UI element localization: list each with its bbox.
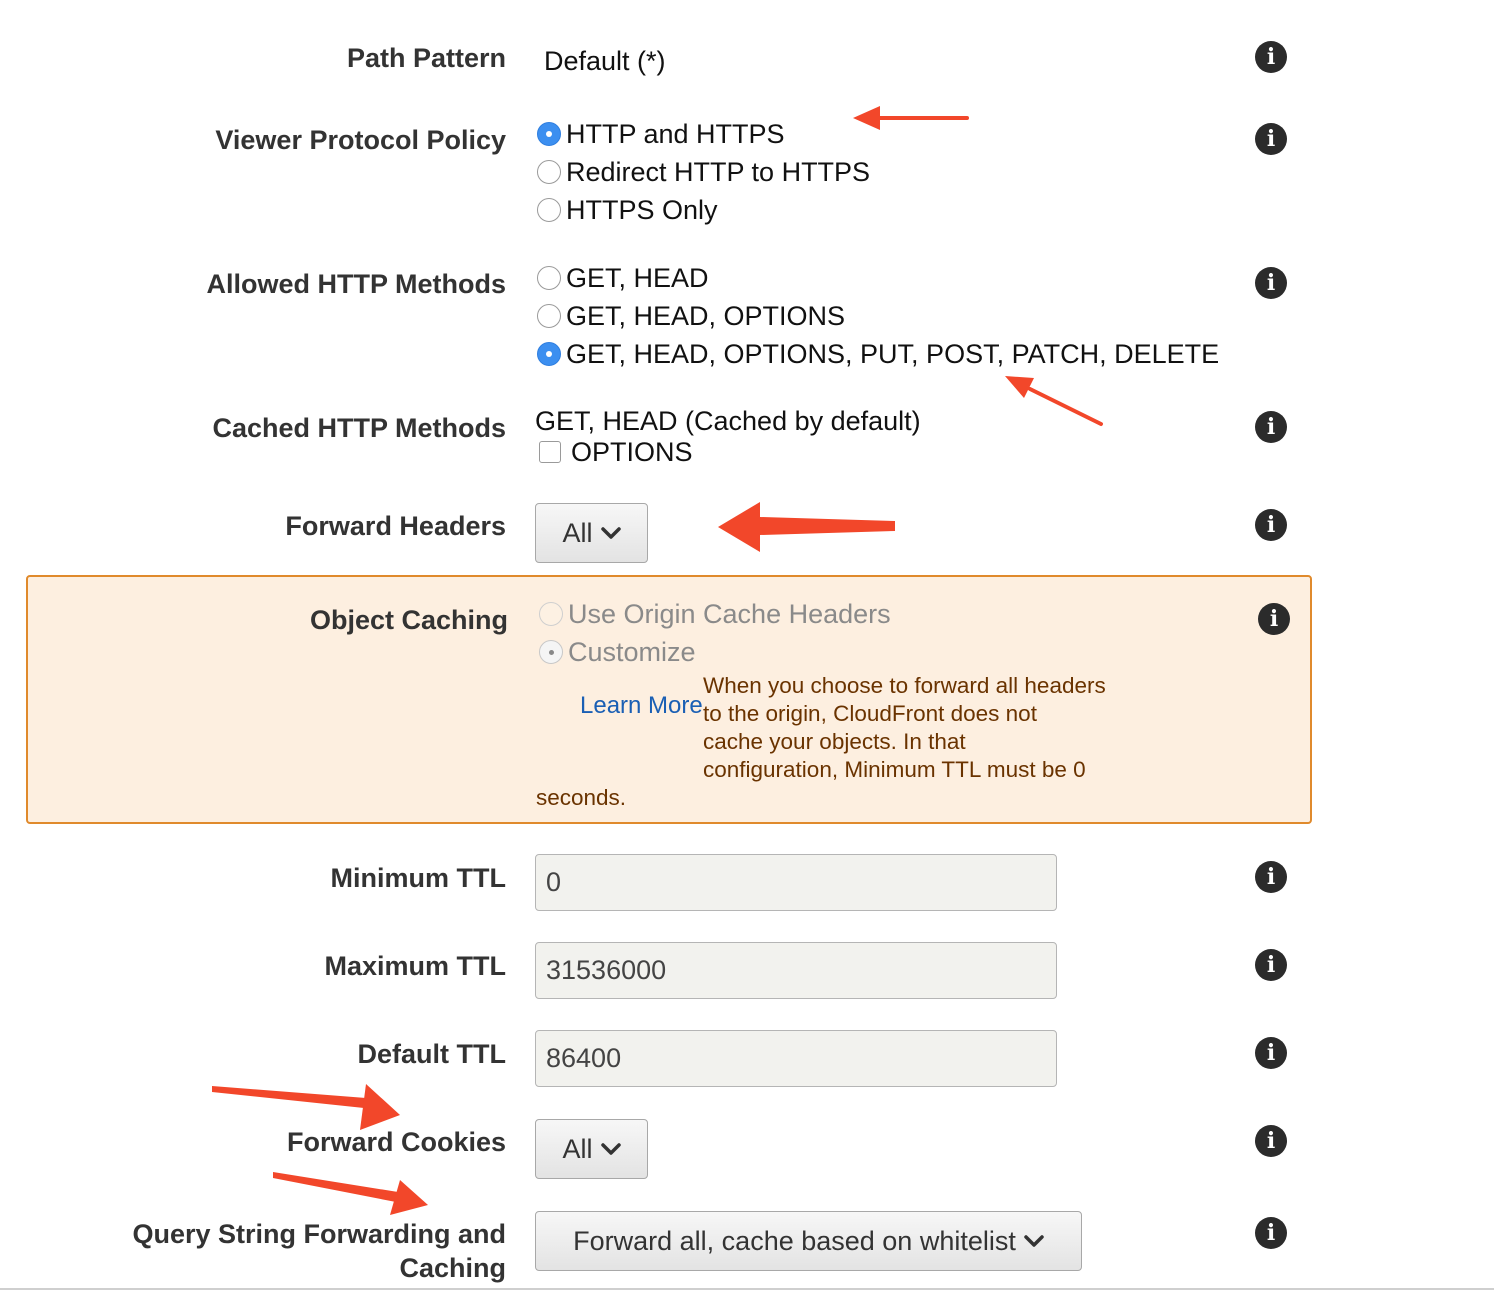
allowed-methods-option-get-head-options[interactable]: GET, HEAD, OPTIONS — [537, 301, 845, 331]
dropdown-value: All — [562, 517, 593, 548]
annotation-arrow-body — [760, 517, 895, 535]
query-string-label-line1: Query String Forwarding and — [132, 1219, 506, 1249]
option-label: Use Origin Cache Headers — [568, 598, 891, 629]
option-label: HTTPS Only — [566, 194, 718, 225]
radio-unselected[interactable] — [537, 198, 561, 222]
allowed-methods-option-all[interactable]: GET, HEAD, OPTIONS, PUT, POST, PATCH, DE… — [537, 339, 1219, 369]
query-string-label-line2: Caching — [399, 1253, 506, 1283]
option-label: GET, HEAD, OPTIONS, PUT, POST, PATCH, DE… — [566, 338, 1220, 369]
options-checkbox[interactable] — [539, 441, 561, 463]
learn-more-link[interactable]: Learn More — [580, 689, 703, 723]
annotation-arrow-body — [273, 1172, 398, 1202]
annotation-arrowhead — [390, 1180, 428, 1215]
query-string-dropdown[interactable]: Forward all, cache based on whitelist — [535, 1211, 1082, 1271]
viewer-protocol-option-http-https[interactable]: HTTP and HTTPS — [537, 119, 785, 149]
warning-line: cache your objects. In that — [703, 729, 966, 754]
forward-cookies-dropdown[interactable]: All — [535, 1119, 648, 1179]
radio-selected[interactable] — [537, 122, 561, 146]
info-icon[interactable]: i — [1255, 411, 1287, 443]
cached-http-methods-label: Cached HTTP Methods — [212, 413, 506, 443]
radio-unselected[interactable] — [537, 266, 561, 290]
option-label: Customize — [568, 636, 696, 667]
bottom-divider — [0, 1288, 1494, 1290]
object-caching-option-customize: Customize — [539, 637, 696, 667]
option-label: Redirect HTTP to HTTPS — [566, 156, 871, 187]
info-icon[interactable]: i — [1255, 123, 1287, 155]
forward-headers-label: Forward Headers — [285, 511, 506, 541]
forward-headers-dropdown[interactable]: All — [535, 503, 648, 563]
path-pattern-value: Default (*) — [544, 46, 666, 76]
allowed-methods-option-get-head[interactable]: GET, HEAD — [537, 263, 709, 293]
radio-disabled — [539, 602, 563, 626]
info-icon[interactable]: i — [1255, 1037, 1287, 1069]
annotation-arrowhead — [853, 106, 880, 130]
object-caching-option-origin: Use Origin Cache Headers — [539, 599, 891, 629]
info-icon[interactable]: i — [1255, 509, 1287, 541]
dropdown-value: All — [562, 1133, 593, 1164]
object-caching-label: Object Caching — [309, 605, 508, 635]
cached-default-text: GET, HEAD (Cached by default) — [535, 406, 921, 436]
warning-line: to the origin, CloudFront does not — [703, 701, 1037, 726]
path-pattern-label: Path Pattern — [346, 43, 506, 73]
radio-selected[interactable] — [537, 342, 561, 366]
radio-disabled-selected — [539, 640, 563, 664]
radio-unselected[interactable] — [537, 160, 561, 184]
info-icon[interactable]: i — [1255, 1125, 1287, 1157]
object-caching-warning-text: When you choose to forward all headers t… — [703, 672, 1106, 784]
maximum-ttl-input[interactable] — [535, 942, 1057, 999]
chevron-down-icon — [600, 527, 621, 539]
chevron-down-icon — [600, 1143, 621, 1155]
warning-line: configuration, Minimum TTL must be 0 — [703, 757, 1086, 782]
option-label: GET, HEAD, OPTIONS — [566, 300, 846, 331]
annotation-arrowhead — [360, 1084, 400, 1130]
dropdown-value: Forward all, cache based on whitelist — [573, 1225, 1016, 1256]
option-label: GET, HEAD — [566, 262, 709, 293]
maximum-ttl-label: Maximum TTL — [324, 951, 506, 981]
chevron-down-icon — [1024, 1235, 1044, 1247]
minimum-ttl-input[interactable] — [535, 854, 1057, 911]
info-icon[interactable]: i — [1255, 1217, 1287, 1249]
checkbox-label: OPTIONS — [571, 436, 693, 467]
warning-tail: seconds. — [536, 785, 627, 810]
warning-line: When you choose to forward all headers — [703, 673, 1106, 698]
option-label: HTTP and HTTPS — [566, 118, 785, 149]
info-icon[interactable]: i — [1255, 949, 1287, 981]
minimum-ttl-label: Minimum TTL — [330, 863, 506, 893]
default-ttl-label: Default TTL — [357, 1039, 507, 1069]
radio-unselected[interactable] — [537, 304, 561, 328]
info-icon[interactable]: i — [1255, 861, 1287, 893]
cached-options-checkbox-row[interactable]: OPTIONS — [539, 437, 693, 467]
default-ttl-input[interactable] — [535, 1030, 1057, 1087]
annotation-arrowhead — [718, 502, 760, 552]
info-icon[interactable]: i — [1255, 41, 1287, 73]
viewer-protocol-option-redirect[interactable]: Redirect HTTP to HTTPS — [537, 157, 870, 187]
annotation-arrow-body — [212, 1086, 366, 1108]
forward-cookies-label: Forward Cookies — [286, 1127, 506, 1157]
viewer-protocol-option-https-only[interactable]: HTTPS Only — [537, 195, 718, 225]
info-icon[interactable]: i — [1258, 603, 1290, 635]
annotation-arrow — [1028, 387, 1103, 426]
viewer-protocol-policy-label: Viewer Protocol Policy — [215, 125, 506, 155]
info-icon[interactable]: i — [1255, 267, 1287, 299]
annotation-arrowhead — [1005, 376, 1034, 398]
allowed-http-methods-label: Allowed HTTP Methods — [206, 269, 506, 299]
